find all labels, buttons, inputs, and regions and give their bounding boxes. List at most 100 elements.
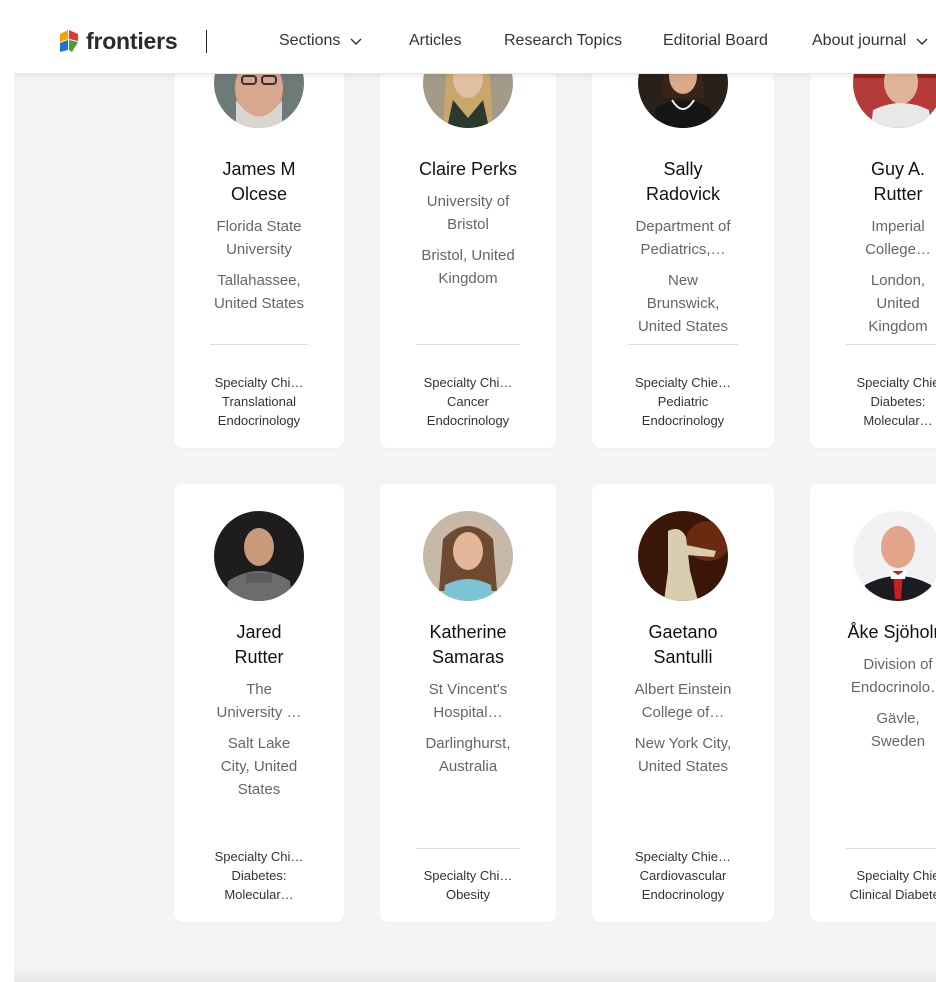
editor-institution-line: College… — [865, 241, 931, 258]
editor-role-line: Endocrinology — [426, 413, 510, 428]
frontiers-logo[interactable]: frontiers — [58, 26, 178, 56]
editor-institution-line: Bristol — [447, 216, 489, 233]
editor-role-line: Cancer — [447, 394, 489, 409]
bottom-shadow — [14, 968, 936, 982]
editor-photo-icon — [853, 511, 936, 601]
editor-avatar — [423, 511, 513, 601]
editor-location-line: Tallahassee, — [217, 272, 301, 289]
nav-about-journal-label: About journal — [812, 32, 907, 49]
nav-articles-label: Articles — [409, 32, 462, 49]
editor-role-line: Endocrinology — [641, 413, 725, 428]
editor-location-line: London, — [870, 272, 926, 289]
editor-location-line: New York City, — [634, 735, 732, 752]
editor-name-line[interactable]: Guy A. — [810, 157, 936, 182]
editor-location-line: Kingdom — [868, 318, 928, 335]
editor-location-line: Salt Lake — [227, 735, 291, 752]
editor-name-line[interactable]: Claire Perks — [380, 157, 556, 182]
nav-sections-label: Sections — [279, 32, 341, 49]
editor-location-line: States — [237, 781, 281, 798]
editor-avatar — [214, 511, 304, 601]
editor-location-line: United States — [637, 318, 729, 335]
editor-location-line: Australia — [438, 758, 498, 775]
editor-card[interactable]: James M Olcese Florida State University … — [174, 38, 344, 448]
editor-institution-line: University — [226, 241, 292, 258]
editor-role-line: Molecular… — [863, 413, 933, 428]
editor-role-line: Specialty Chi… — [423, 375, 513, 390]
editor-name-line[interactable]: Rutter — [174, 645, 344, 670]
logo-text: frontiers — [86, 27, 178, 54]
editor-location-line: City, United — [220, 758, 298, 775]
nav-research-topics[interactable]: Research Topics — [504, 32, 622, 50]
editor-role-line: Specialty Chie — [856, 375, 936, 390]
editor-name-line[interactable]: Samaras — [380, 645, 556, 670]
editor-role-line: Molecular… — [224, 887, 294, 902]
nav-articles[interactable]: Articles — [409, 32, 461, 50]
editor-name-line[interactable]: Åke Sjöholm — [810, 620, 936, 645]
editor-card[interactable]: Gaetano Santulli Albert Einstein College… — [592, 484, 774, 922]
editor-institution-line: Division of — [863, 656, 933, 673]
logo-divider — [206, 30, 207, 53]
editor-name-line[interactable]: James M — [174, 157, 344, 182]
editor-institution-line: Pediatrics,… — [640, 241, 726, 258]
editor-institution-line: Albert Einstein — [634, 681, 732, 698]
editor-institution-line: St Vincent's — [428, 681, 508, 698]
page-frame: frontiers Sections Articles Research Top… — [14, 10, 936, 982]
card-divider — [628, 344, 738, 345]
editor-name-line[interactable]: Rutter — [810, 182, 936, 207]
nav-editorial-board[interactable]: Editorial Board — [663, 32, 768, 50]
nav-research-topics-label: Research Topics — [504, 32, 622, 49]
editor-role-line: Cardiovascular — [639, 868, 727, 883]
editor-institution-line: Florida State — [216, 218, 302, 235]
editor-role-line: Specialty Chi… — [423, 868, 513, 883]
editor-institution-line: University … — [216, 704, 302, 721]
editor-role-line: Pediatric — [657, 394, 709, 409]
frontiers-logo-icon — [60, 30, 78, 52]
editor-role-line: Specialty Chie… — [634, 849, 732, 864]
editor-photo-icon — [638, 511, 728, 601]
editor-avatar — [638, 511, 728, 601]
editor-name-line[interactable]: Katherine — [380, 620, 556, 645]
nav-sections[interactable]: Sections — [279, 32, 362, 50]
top-navigation-bar: frontiers Sections Articles Research Top… — [14, 10, 936, 74]
editor-card[interactable]: Claire Perks University of Bristol Brist… — [380, 38, 556, 448]
editor-name-line[interactable]: Jared — [174, 620, 344, 645]
nav-about-journal[interactable]: About journal — [812, 32, 928, 50]
editor-location-line: Sweden — [870, 733, 926, 750]
editor-location-line: Kingdom — [438, 270, 498, 287]
editor-photo-icon — [214, 511, 304, 601]
editor-institution-line: University of — [426, 193, 510, 210]
editor-role-line: Diabetes: — [870, 394, 926, 409]
editor-institution-line: Endocrinolo… — [850, 679, 936, 696]
editor-location-line: United — [876, 295, 920, 312]
editor-location-line: New — [667, 272, 698, 289]
editor-location-line: United States — [213, 295, 305, 312]
editor-name-line[interactable]: Santulli — [592, 645, 774, 670]
card-divider — [416, 848, 520, 849]
editor-card[interactable]: Guy A. Rutter Imperial College… London, … — [810, 38, 936, 448]
editor-name-line[interactable]: Sally — [592, 157, 774, 182]
editor-role-line: Clinical Diabetes — [849, 887, 936, 902]
editor-card[interactable]: Åke Sjöholm Division of Endocrinolo… Gäv… — [810, 484, 936, 922]
editor-institution-line: The — [246, 681, 272, 698]
nav-editorial-board-label: Editorial Board — [663, 32, 768, 49]
editor-name-line[interactable]: Olcese — [174, 182, 344, 207]
editor-role-line: Translational — [222, 394, 296, 409]
editor-location-line: Gävle, — [876, 710, 920, 727]
card-divider — [416, 344, 520, 345]
card-divider — [846, 344, 936, 345]
editor-location-line: Brunswick, — [646, 295, 720, 312]
editor-avatar — [853, 511, 936, 601]
editor-role-line: Specialty Chi… — [214, 849, 304, 864]
chevron-down-icon — [350, 38, 362, 45]
editor-location-line: United States — [637, 758, 729, 775]
editor-name-line[interactable]: Gaetano — [592, 620, 774, 645]
editor-card[interactable]: Sally Radovick Department of Pediatrics,… — [592, 38, 774, 448]
editor-name-line[interactable]: Radovick — [592, 182, 774, 207]
editor-institution-line: Imperial — [871, 218, 925, 235]
editor-institution-line: Department of — [635, 218, 731, 235]
editor-role-line: Specialty Chie — [856, 868, 936, 883]
editor-photo-icon — [423, 511, 513, 601]
editor-card[interactable]: Katherine Samaras St Vincent's Hospital…… — [380, 484, 556, 922]
editor-card[interactable]: Jared Rutter The University … Salt Lake … — [174, 484, 344, 922]
editor-institution-line: Hospital… — [433, 704, 503, 721]
